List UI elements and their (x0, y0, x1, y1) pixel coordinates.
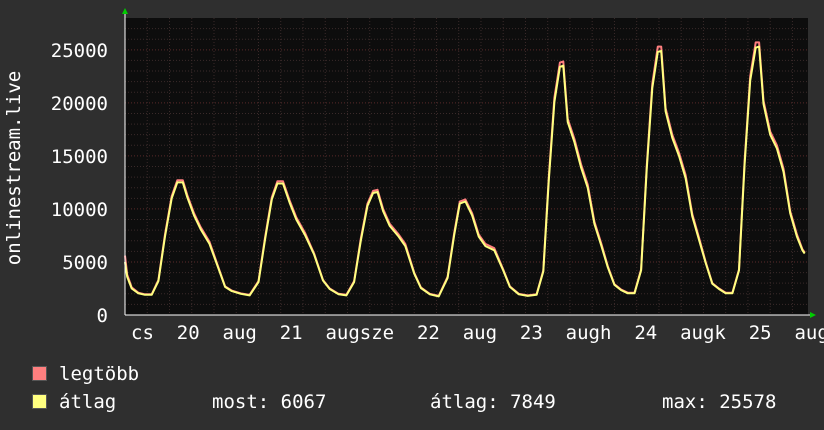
y-tick-label: 10000 (51, 199, 108, 221)
y-tick-labels: 0 5000 10000 15000 20000 25000 (51, 40, 108, 327)
legend-label-max: legtöbb (59, 363, 140, 385)
legend-item-max: legtöbb (32, 363, 139, 385)
legend-swatch-avg (32, 394, 47, 409)
y-tick-label: 25000 (51, 40, 108, 62)
y-tick-label: 5000 (62, 252, 108, 274)
x-tick-labels: cs 20 aug 21 augsze 22 aug 23 augh 24 au… (131, 322, 824, 344)
y-tick-label: 0 (97, 305, 108, 327)
traffic-chart: 0 5000 10000 15000 20000 25000 onlinestream.l… (3, 8, 824, 344)
y-axis-arrow-icon (122, 8, 128, 14)
y-axis-label: onlinestream.live (3, 71, 25, 265)
stat-average: átlag: 7849 (430, 391, 556, 413)
legend-swatch-max (32, 366, 47, 381)
stat-max: max: 25578 (662, 391, 777, 413)
legend-label-avg: átlag (59, 391, 117, 413)
x-axis-arrow-icon (810, 312, 816, 318)
y-tick-label: 15000 (51, 146, 108, 168)
legend-item-avg: átlag (32, 391, 116, 413)
stat-current: most: 6067 (212, 391, 327, 413)
y-tick-label: 20000 (51, 93, 108, 115)
